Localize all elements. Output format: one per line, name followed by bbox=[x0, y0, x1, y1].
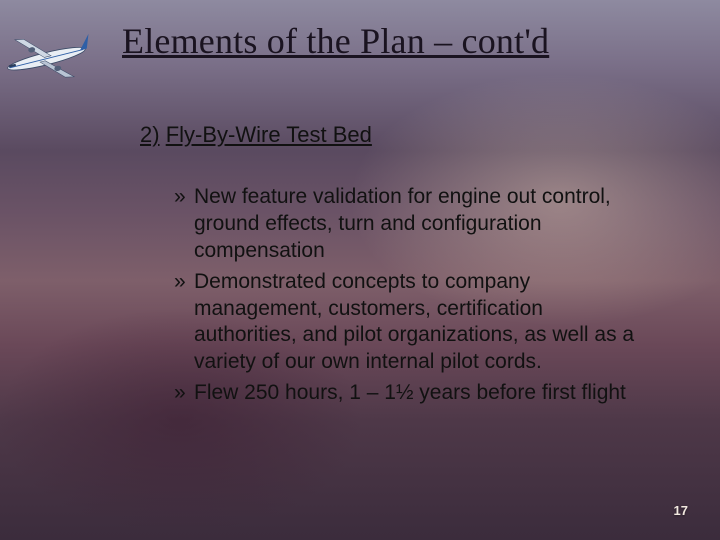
page-number: 17 bbox=[674, 503, 688, 518]
section-label: Fly-By-Wire Test Bed bbox=[166, 122, 372, 147]
bullet-list: New feature validation for engine out co… bbox=[174, 184, 644, 411]
slide: Elements of the Plan – cont'd 2) Fly-By-… bbox=[0, 0, 720, 540]
list-item: Demonstrated concepts to company managem… bbox=[174, 269, 644, 377]
airplane-icon bbox=[0, 20, 98, 94]
section-heading: 2) Fly-By-Wire Test Bed bbox=[140, 122, 372, 148]
list-item: Flew 250 hours, 1 – 1½ years before firs… bbox=[174, 380, 644, 407]
list-item: New feature validation for engine out co… bbox=[174, 184, 644, 265]
slide-title: Elements of the Plan – cont'd bbox=[122, 20, 682, 62]
left-decorative-strip bbox=[0, 0, 94, 540]
section-number: 2) bbox=[140, 122, 160, 147]
